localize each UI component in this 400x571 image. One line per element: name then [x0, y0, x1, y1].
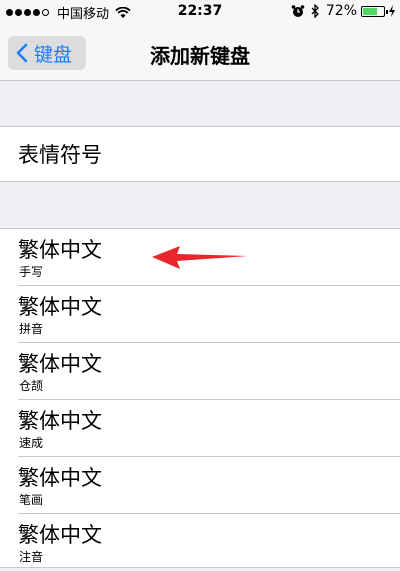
page-title: 添加新键盘: [150, 44, 250, 68]
keyboard-method: 速成: [19, 436, 44, 450]
alarm-icon: [291, 5, 305, 17]
keyboard-name: 繁体中文: [18, 523, 102, 547]
list-item[interactable]: 繁体中文 拼音: [0, 286, 400, 343]
battery-icon: [361, 5, 388, 17]
keyboard-method: 手写: [19, 265, 44, 279]
list-item-emoji[interactable]: 表情符号: [18, 127, 102, 181]
battery-fill: [363, 7, 378, 15]
list-item[interactable]: 繁体中文 注音: [0, 514, 400, 571]
keyboard-name: 繁体中文: [18, 352, 102, 376]
keyboard-name: 繁体中文: [18, 238, 102, 262]
keyboard-group-chinese: 繁体中文 手写 繁体中文 拼音 繁体中文 仓颉 繁体中文 速成 繁体中文 笔画 …: [0, 228, 400, 568]
keyboard-group-emoji: 表情符号: [0, 126, 400, 182]
keyboard-name: 繁体中文: [18, 295, 102, 319]
status-bar: 中国移动 22:37 72%: [0, 0, 400, 24]
section-gap: [0, 81, 400, 126]
keyboard-method: 笔画: [19, 493, 44, 507]
section-gap: [0, 182, 400, 228]
bluetooth-icon: [311, 4, 319, 18]
list-item[interactable]: 繁体中文 笔画: [0, 457, 400, 514]
keyboard-method: 注音: [19, 550, 44, 564]
keyboard-name: 繁体中文: [18, 409, 102, 433]
battery-percent: 72%: [325, 3, 357, 19]
keyboard-name: 繁体中文: [18, 466, 102, 490]
charging-bolt-icon: [389, 5, 395, 17]
keyboard-method: 仓颉: [19, 379, 44, 393]
status-right: 72%: [286, 3, 396, 19]
navigation-bar: 键盘 添加新键盘: [0, 24, 400, 81]
list-item[interactable]: 繁体中文 速成: [0, 400, 400, 457]
list-item[interactable]: 繁体中文 仓颉: [0, 343, 400, 400]
annotation-arrow-icon: [152, 246, 248, 269]
keyboard-method: 拼音: [19, 322, 44, 336]
